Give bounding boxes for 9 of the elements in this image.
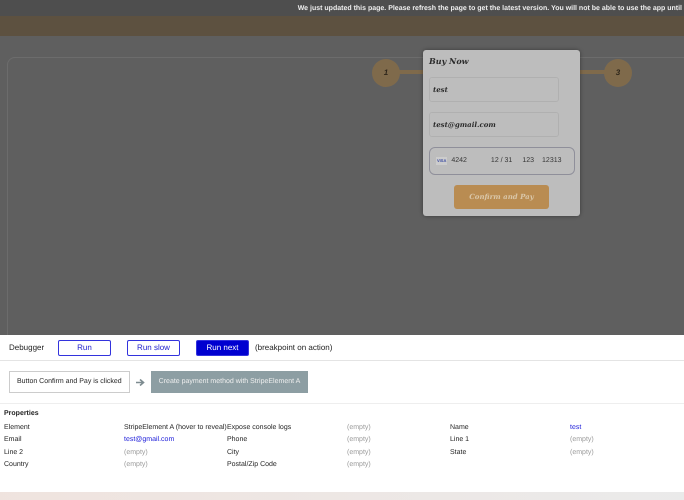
run-button[interactable]: Run slow: [127, 340, 180, 356]
run-button[interactable]: Run: [58, 340, 111, 356]
run-button[interactable]: Run next: [196, 340, 249, 356]
step-circle: 1: [372, 59, 400, 87]
debugger-label: Debugger: [9, 342, 46, 354]
modal-title: Buy Now: [429, 55, 470, 67]
breakpoint-note: (breakpoint on action): [255, 342, 332, 354]
step-circle: 3: [604, 59, 632, 87]
arrow-icon: [136, 378, 145, 386]
